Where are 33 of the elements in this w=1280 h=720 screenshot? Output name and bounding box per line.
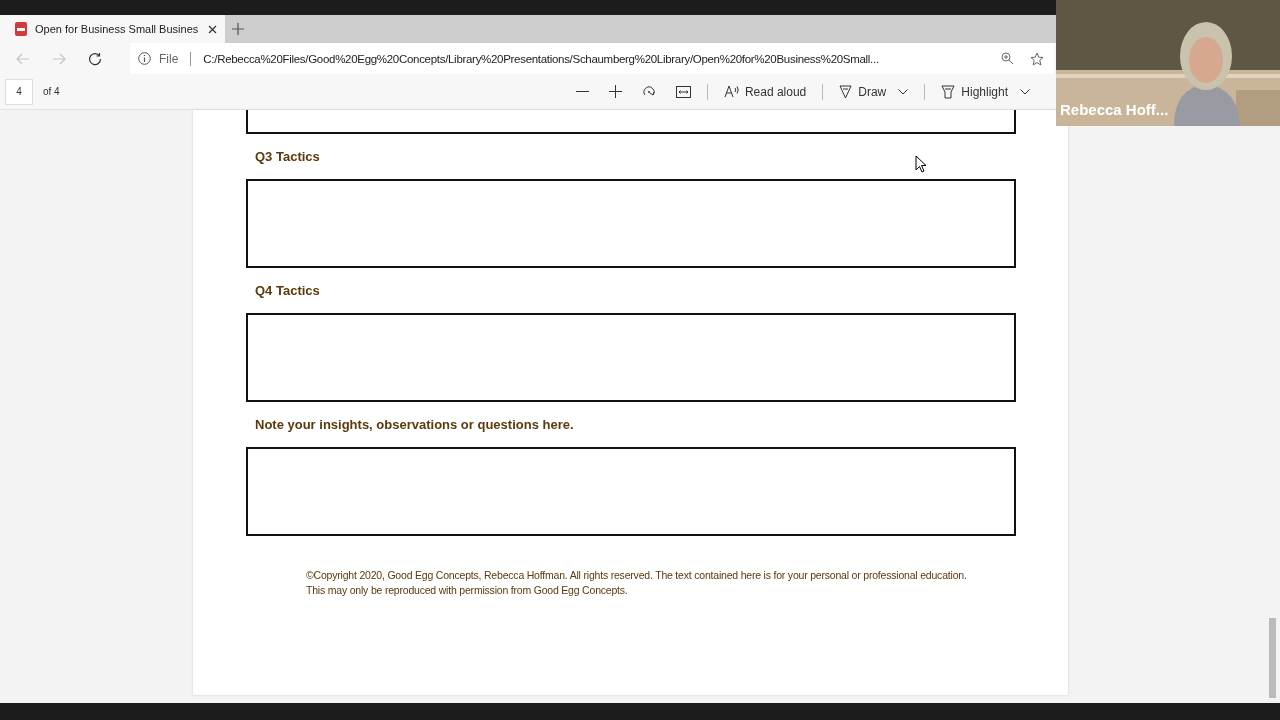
info-icon[interactable] (138, 52, 151, 65)
scrollbar[interactable] (1268, 618, 1276, 698)
highlight-button[interactable]: Highlight (941, 84, 1008, 99)
pen-icon (839, 84, 853, 99)
address-field[interactable]: C:/Rebecca%20Files/Good%20Egg%20Concepts/Library%20Presentations/Schaumberg%20Library/Open%20for%20Business%20Small... (203, 52, 993, 65)
participant-name: Rebecca Hoff... (1060, 101, 1169, 118)
answer-box[interactable] (246, 313, 1016, 402)
zoom-in-icon[interactable] (608, 85, 622, 98)
browser-tab[interactable]: Open for Business Small Busines (0, 15, 225, 43)
read-aloud-icon (723, 85, 739, 98)
draw-button[interactable]: Draw (839, 84, 887, 99)
cursor-icon (915, 155, 927, 173)
answer-box[interactable] (246, 179, 1016, 268)
zoom-in-icon[interactable] (1001, 52, 1014, 65)
chevron-down-icon[interactable] (898, 88, 909, 95)
page-number-field[interactable]: 4 (5, 78, 33, 105)
fit-width-icon[interactable] (675, 85, 691, 98)
answer-box[interactable] (246, 447, 1016, 536)
section-heading: Q4 Tactics (254, 282, 320, 300)
new-tab-icon[interactable] (232, 23, 244, 35)
chevron-down-icon[interactable] (1020, 88, 1030, 95)
read-aloud-button[interactable]: Read aloud (723, 84, 807, 99)
rotate-icon[interactable] (641, 84, 656, 99)
copyright-notice: ©Copyright 2020, Good Egg Concepts, Rebecca Hoffman. All rights reserved. The text contained here is for your personal or professional education. This may only be reproduced with permission from Good Egg Concepts. (306, 568, 968, 598)
star-icon[interactable] (1030, 51, 1044, 66)
section-heading: Note your insights, observations or questions here. (254, 416, 574, 434)
answer-box[interactable] (246, 110, 1016, 134)
page-count: of 4 (43, 86, 60, 97)
url-scheme: File (159, 51, 179, 66)
highlighter-icon (941, 84, 956, 99)
close-icon[interactable] (208, 24, 217, 34)
section-heading: Q3 Tactics (254, 148, 320, 166)
refresh-icon[interactable] (88, 51, 102, 66)
